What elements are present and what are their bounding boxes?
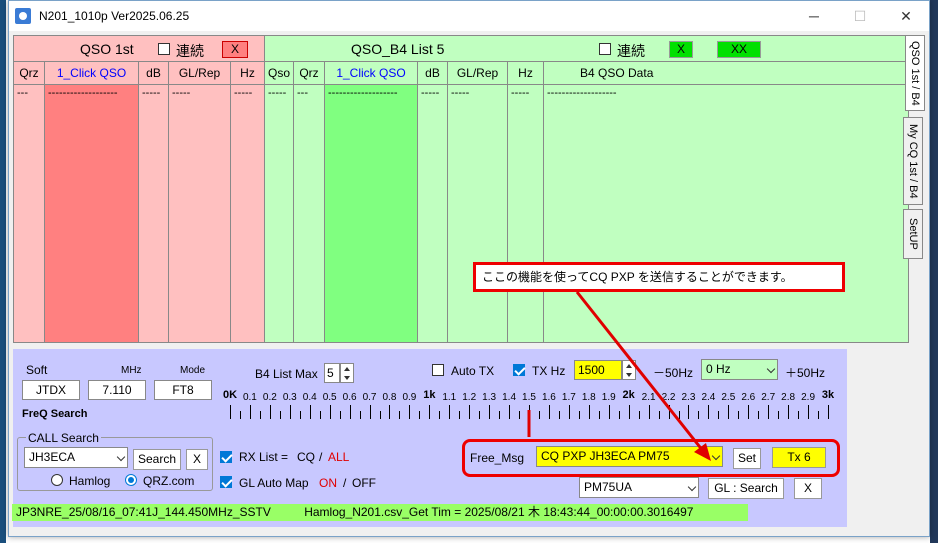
annotation-arrow-head (694, 443, 711, 461)
annotation-arrows (527, 291, 711, 461)
annotation-arrow-line (575, 291, 709, 457)
